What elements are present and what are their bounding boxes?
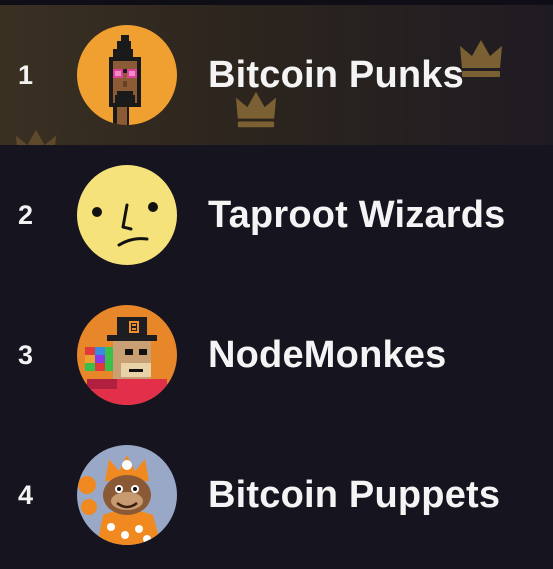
collection-name[interactable]: Taproot Wizards — [208, 194, 506, 237]
bitcoin-punk-avatar — [77, 25, 177, 125]
taproot-wizard-avatar — [77, 165, 177, 265]
nodemonke-avatar — [77, 305, 177, 405]
crown-icon — [14, 127, 58, 145]
leaderboard-row-3[interactable]: 3 NodeMonkes — [0, 285, 553, 425]
rank-number: 1 — [18, 59, 34, 90]
collection-leaderboard: 1 Bitcoin Punks 2 Taproot Wizards 3 Node… — [0, 5, 553, 565]
crown-icon — [458, 38, 504, 80]
bitcoin-puppet-avatar — [77, 445, 177, 545]
leaderboard-row-4[interactable]: 4 Bitcoin Puppets — [0, 425, 553, 565]
rank-number: 3 — [18, 339, 34, 370]
leaderboard-row-2[interactable]: 2 Taproot Wizards — [0, 145, 553, 285]
rank-number: 2 — [18, 199, 34, 230]
collection-name[interactable]: Bitcoin Punks — [208, 54, 464, 97]
collection-name[interactable]: Bitcoin Puppets — [208, 474, 500, 517]
leaderboard-row-1[interactable]: 1 Bitcoin Punks — [0, 5, 553, 145]
collection-name[interactable]: NodeMonkes — [208, 334, 446, 377]
rank-number: 4 — [18, 479, 34, 510]
